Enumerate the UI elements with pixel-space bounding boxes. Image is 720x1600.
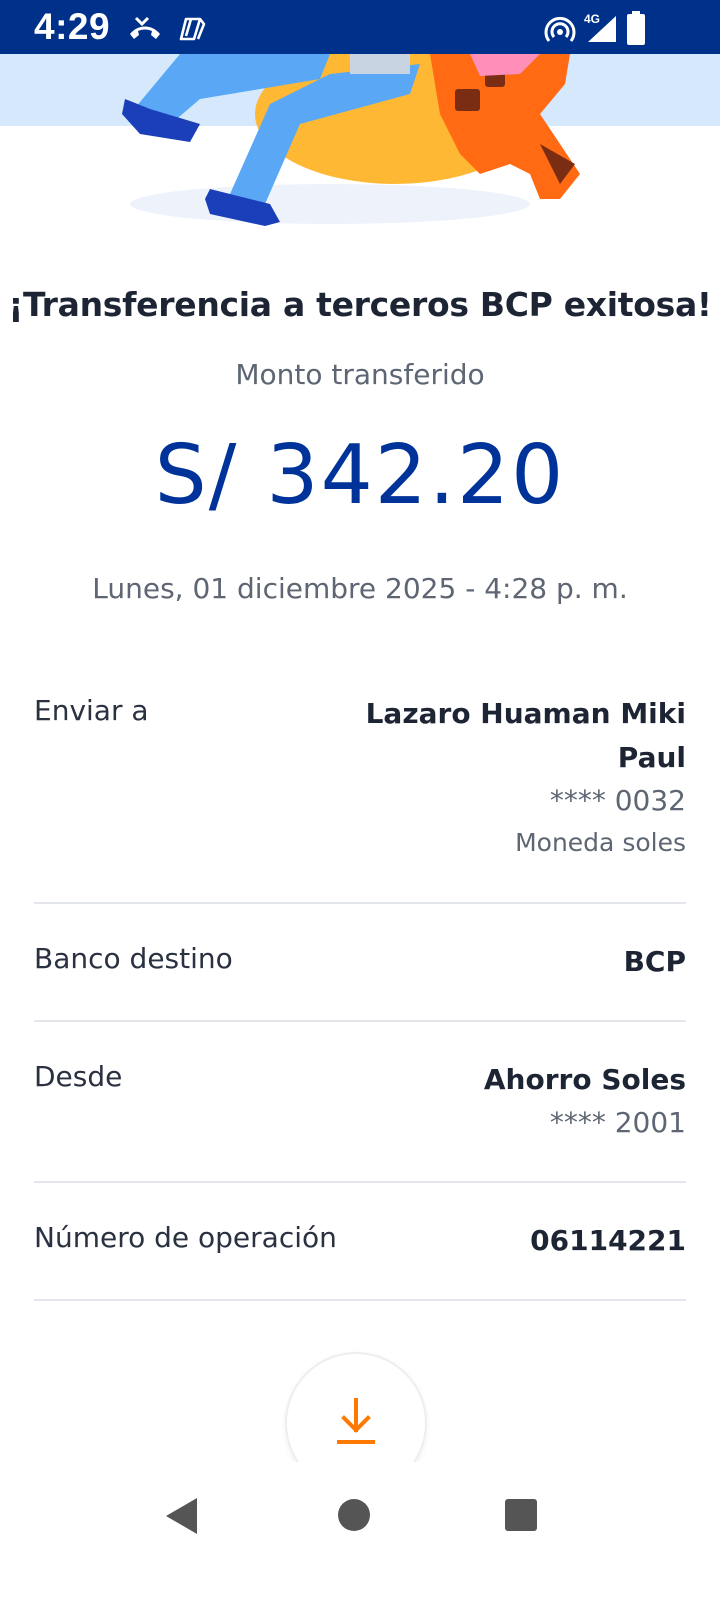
bank-label: Banco destino <box>34 942 233 975</box>
recipient-currency: Moneda soles <box>515 828 686 857</box>
detail-row-operation: Número de operación 06114221 <box>34 1183 686 1301</box>
signal-icon <box>588 16 616 42</box>
copilot-icon <box>179 17 206 41</box>
send-to-value: Lazaro Huaman Miki Paul **** 0032 Moneda… <box>366 692 686 864</box>
battery-icon <box>627 11 645 45</box>
from-account-name: Ahorro Soles <box>483 1063 686 1096</box>
detail-row-bank: Banco destino BCP <box>34 904 686 1022</box>
download-icon <box>337 1398 375 1444</box>
system-nav-bar <box>0 1462 720 1600</box>
send-to-label: Enviar a <box>34 694 149 727</box>
detail-row-send-to: Enviar a Lazaro Huaman Miki Paul **** 00… <box>34 680 686 904</box>
success-title: ¡Transferencia a terceros BCP exitosa! <box>8 285 712 324</box>
amount-label: Monto transferido <box>235 358 485 391</box>
status-time: 4:29 <box>34 6 111 47</box>
recipient-name-line1: Lazaro Huaman Miki <box>365 697 686 730</box>
success-illustration <box>122 54 580 226</box>
transfer-datetime: Lunes, 01 diciembre 2025 - 4:28 p. m. <box>92 572 628 605</box>
status-bar: 4:29 4G <box>0 0 720 54</box>
missed-call-icon <box>130 16 160 39</box>
from-value: Ahorro Soles **** 2001 <box>484 1058 686 1144</box>
transfer-amount: S/ 342.20 <box>154 428 566 523</box>
recipient-account: **** 0032 <box>549 784 686 817</box>
bank-value: BCP <box>623 945 686 978</box>
operation-label: Número de operación <box>34 1221 337 1254</box>
hotspot-icon <box>544 16 576 42</box>
recipient-name-line2: Paul <box>617 741 686 774</box>
home-icon[interactable] <box>337 1498 371 1532</box>
back-icon[interactable] <box>163 1496 201 1536</box>
from-account-number: **** 2001 <box>549 1106 686 1139</box>
operation-number: 06114221 <box>530 1224 686 1257</box>
from-label: Desde <box>34 1060 123 1093</box>
transfer-details: Enviar a Lazaro Huaman Miki Paul **** 00… <box>34 680 686 1301</box>
detail-row-from: Desde Ahorro Soles **** 2001 <box>34 1022 686 1183</box>
recents-icon[interactable] <box>504 1498 538 1532</box>
